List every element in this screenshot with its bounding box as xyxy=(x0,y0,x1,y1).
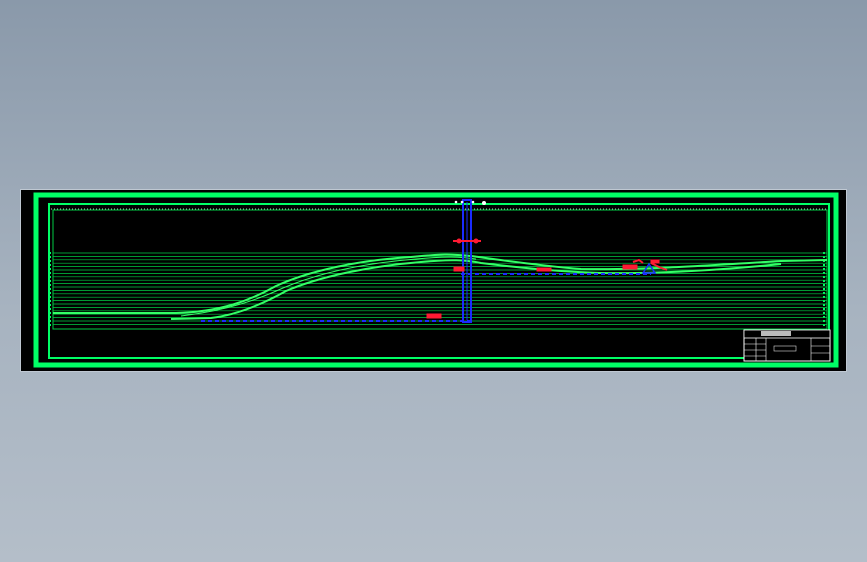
profile-drawing[interactable] xyxy=(21,190,848,373)
circle-marker-icon xyxy=(454,200,458,204)
circle-marker-icon xyxy=(482,201,486,205)
title-block xyxy=(743,329,831,362)
circle-marker-icon xyxy=(473,238,479,244)
circle-marker-icon xyxy=(460,200,464,204)
inner-frame xyxy=(48,203,830,359)
circle-marker-icon xyxy=(456,238,462,244)
cad-model-viewport[interactable] xyxy=(20,189,847,372)
profile-line-lower xyxy=(170,259,782,320)
circle-marker-icon xyxy=(471,200,475,204)
